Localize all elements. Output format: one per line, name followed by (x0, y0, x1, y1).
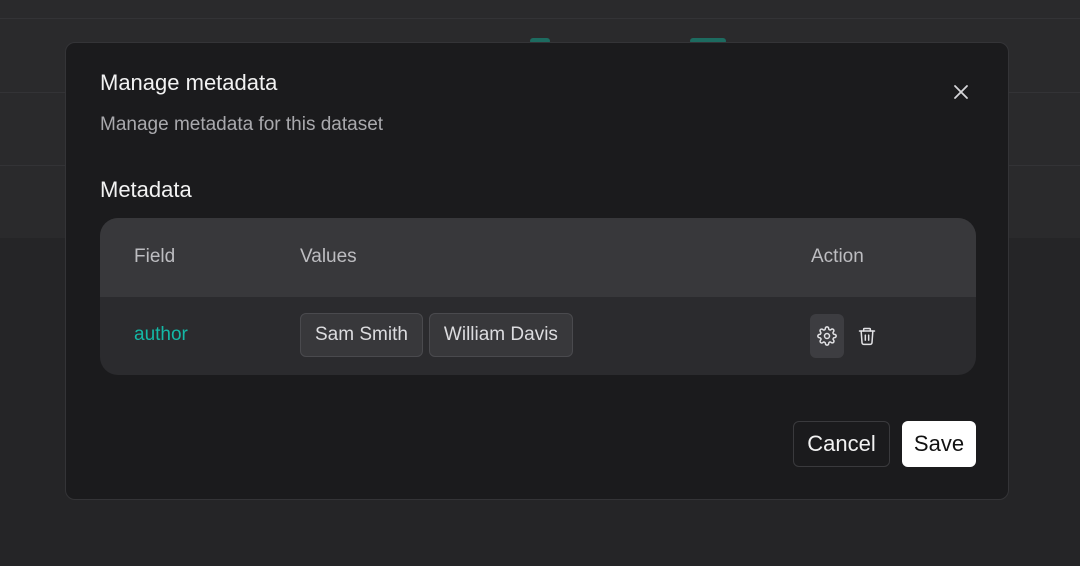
metadata-table: Field Values Action author Sam Smith Wil… (100, 218, 976, 375)
column-header-action: Action (811, 246, 864, 267)
save-button[interactable]: Save (902, 421, 976, 467)
value-chip: Sam Smith (300, 313, 423, 357)
delete-button[interactable] (850, 314, 884, 358)
trash-icon (858, 327, 876, 346)
column-header-values: Values (300, 246, 357, 267)
close-icon (954, 85, 968, 99)
gear-icon (817, 326, 837, 346)
dialog-subtitle: Manage metadata for this dataset (100, 114, 384, 135)
values-list: Sam Smith William Davis (300, 313, 573, 357)
value-chip: William Davis (428, 313, 573, 357)
manage-metadata-dialog: Manage metadata Manage metadata for this… (65, 42, 1009, 500)
background-divider (0, 18, 1080, 19)
cancel-button[interactable]: Cancel (793, 421, 890, 467)
dialog-title: Manage metadata (100, 70, 278, 95)
column-header-field: Field (134, 246, 176, 267)
settings-button[interactable] (810, 314, 844, 358)
close-button[interactable] (946, 77, 976, 107)
metadata-section-title: Metadata (100, 177, 192, 202)
table-header: Field Values Action (100, 218, 976, 297)
table-row: author Sam Smith William Davis (100, 297, 976, 375)
field-name: author (134, 324, 188, 345)
